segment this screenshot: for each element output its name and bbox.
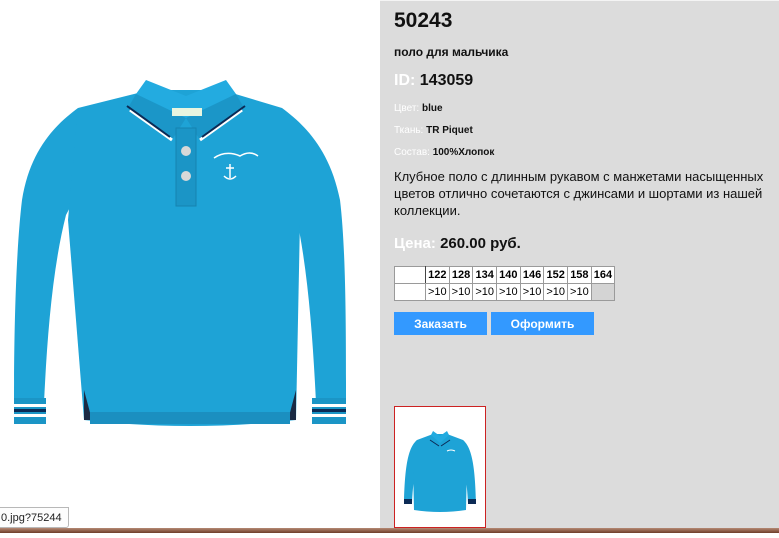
product-thumbnail[interactable] [394,406,486,528]
stock-cell[interactable]: >10 [472,283,498,301]
stock-cell[interactable]: >10 [567,283,592,301]
stock-cell[interactable]: >10 [543,283,569,301]
stock-corner-cell [394,283,426,301]
id-value: 143059 [419,72,474,89]
composition-label: Состав: [394,147,430,158]
product-article: 50243 [394,9,453,32]
size-header: 134 [472,266,498,284]
color-label: Цвет: [394,103,420,114]
stock-cell[interactable]: >10 [496,283,521,301]
color-value: blue [421,103,443,114]
fabric-row: Ткань: TR Piquet [394,125,473,136]
composition-row: Состав: 100%Хлопок [394,147,494,158]
thumbnail-photo [404,431,476,512]
size-header: 152 [543,266,569,284]
product-id: ID: 143059 [394,72,473,90]
order-button[interactable]: Заказать [394,312,487,335]
stock-cell[interactable]: >10 [425,283,450,301]
product-photo[interactable] [0,0,380,533]
size-header: 146 [519,266,545,284]
color-row: Цвет: blue [394,103,443,114]
checkout-button[interactable]: Оформить [491,312,594,335]
price-label: Цена: [394,235,436,252]
product-info-panel: 50243 поло для мальчика ID: 143059 Цвет:… [380,0,779,533]
price-value: 260.00 руб. [440,235,521,252]
panel-top-border [380,0,779,1]
size-header: 128 [448,266,474,284]
stock-cell[interactable]: >10 [448,283,474,301]
fabric-value: TR Piquet [426,125,473,136]
size-header: 158 [567,266,592,284]
size-corner-cell [394,266,426,284]
product-description: Клубное поло с длинным рукавом с манжета… [394,169,764,218]
fabric-label: Ткань: [394,125,424,136]
size-header: 164 [590,266,616,284]
product-subtitle: поло для мальчика [394,45,509,59]
window-bottom-border [0,528,779,533]
product-image-pane [0,0,380,533]
size-table: 122 128 134 140 146 152 158 164 >10 >10 … [394,266,616,301]
product-price: Цена: 260.00 руб. [394,235,521,252]
composition-value: 100%Хлопок [432,147,495,158]
stock-cell[interactable]: >10 [519,283,545,301]
id-label: ID: [394,72,416,89]
status-url-tooltip: 0.jpg?75244 [0,507,69,528]
size-header: 140 [496,266,521,284]
stock-cell-unavailable [590,283,616,301]
size-header: 122 [425,266,450,284]
stock-row: >10 >10 >10 >10 >10 >10 >10 [394,283,616,301]
size-header-row: 122 128 134 140 146 152 158 164 [394,266,616,284]
